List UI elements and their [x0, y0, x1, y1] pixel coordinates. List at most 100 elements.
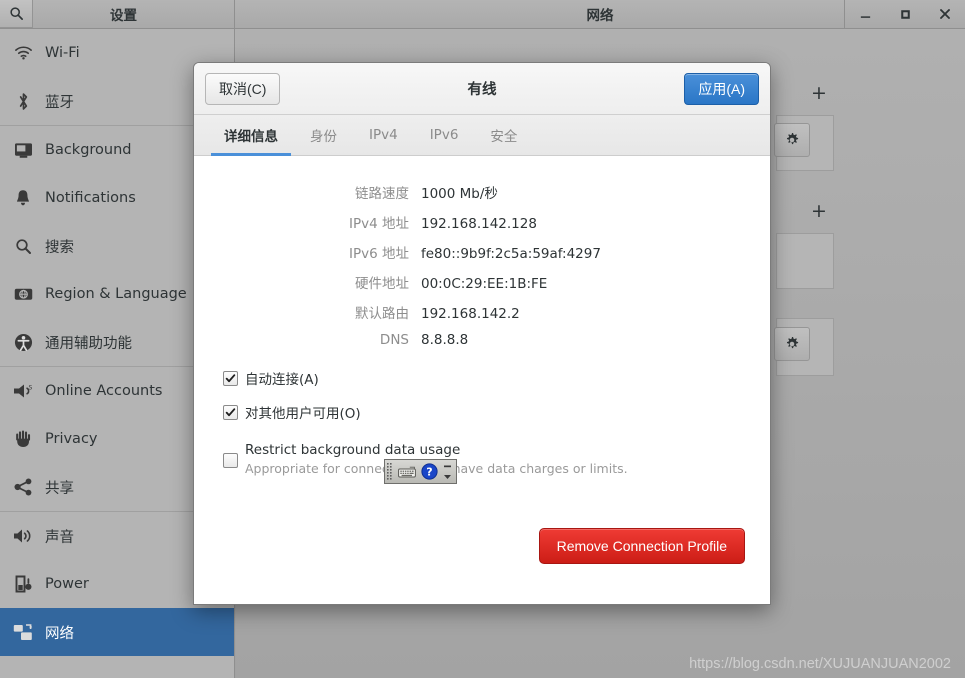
tab-ipv6[interactable]: IPv6 — [414, 115, 475, 155]
sidebar-item-label: Power — [45, 576, 89, 592]
sidebar-item-label: 蓝牙 — [45, 94, 74, 111]
checkbox-available-to-other-users[interactable] — [223, 404, 238, 420]
apply-button[interactable]: 应用(A) — [684, 72, 759, 105]
detail-row-hardware-address: 硬件地址 00:0C:29:EE:1B:FE — [194, 272, 770, 292]
power-battery-icon — [9, 573, 37, 595]
connection-row-2[interactable] — [776, 233, 834, 289]
connection-options: 自动连接(A) 对其他用户可用(O) Restrict background d… — [194, 368, 770, 476]
detail-value: 8.8.8.8 — [421, 332, 469, 348]
connection-details-list: 链路速度 1000 Mb/秒 IPv4 地址 192.168.142.128 I… — [194, 182, 770, 348]
remove-connection-profile-button[interactable]: Remove Connection Profile — [538, 528, 745, 564]
online-accounts-icon: S — [9, 380, 37, 402]
detail-value: 1000 Mb/秒 — [421, 186, 498, 202]
keyboard-icon — [398, 466, 416, 477]
desktop-screen: 设置 网络 Wi-Fi 蓝牙 Background Notifications … — [0, 0, 965, 678]
detail-label: IPv4 地址 — [349, 216, 409, 232]
sidebar-item-label: Region & Language — [45, 286, 187, 302]
search-icon — [9, 235, 37, 257]
wifi-icon — [9, 42, 37, 64]
checkmark-icon — [225, 373, 236, 382]
detail-value: 192.168.142.128 — [421, 216, 537, 232]
sidebar-title: 设置 — [110, 8, 137, 24]
connection-settings-button-1[interactable] — [774, 123, 810, 157]
sharing-icon — [9, 476, 37, 498]
search-icon — [9, 7, 23, 20]
watermark-text: https://blog.csdn.net/XUJUANJUAN2002 — [689, 656, 951, 672]
network-icon — [9, 621, 37, 643]
gear-icon — [787, 133, 799, 145]
sidebar-item-network[interactable]: 网络 — [0, 608, 234, 656]
chevron-up-down-icon[interactable] — [440, 460, 455, 483]
maximize-button[interactable] — [885, 0, 925, 29]
checkmark-icon — [225, 407, 236, 416]
detail-row-ipv4-address: IPv4 地址 192.168.142.128 — [194, 212, 770, 232]
checkbox-row-available-to-other-users[interactable]: 对其他用户可用(O) — [194, 402, 770, 422]
sidebar-item-label: 搜索 — [45, 239, 74, 256]
svg-text:?: ? — [426, 466, 432, 479]
detail-row-ipv6-address: IPv6 地址 fe80::9b9f:2c5a:59af:4297 — [194, 242, 770, 262]
minimize-icon — [860, 15, 870, 18]
cancel-button[interactable]: 取消(C) — [205, 72, 281, 105]
bell-icon — [9, 187, 37, 209]
checkbox-autoconnect[interactable] — [223, 370, 238, 386]
tab-ipv4[interactable]: IPv4 — [353, 115, 414, 155]
detail-row-link-speed: 链路速度 1000 Mb/秒 — [194, 182, 770, 202]
bluetooth-icon — [9, 90, 37, 112]
minimize-button[interactable] — [845, 0, 885, 29]
window-controls — [844, 0, 965, 28]
background-icon — [9, 139, 37, 161]
region-language-icon — [9, 283, 37, 305]
sidebar-item-label: Wi-Fi — [45, 45, 80, 61]
add-connection-button[interactable]: + — [811, 84, 827, 103]
dialog-tabs[interactable]: 详细信息 身份 IPv4 IPv6 安全 — [194, 115, 770, 156]
detail-label: 硬件地址 — [355, 276, 409, 292]
search-button[interactable] — [0, 0, 33, 28]
privacy-hand-icon — [9, 428, 37, 450]
close-icon — [940, 9, 950, 19]
sidebar-item-label: 共享 — [45, 480, 74, 497]
detail-row-dns: DNS 8.8.8.8 — [194, 332, 770, 348]
checkbox-row-restrict-background-data[interactable]: Restrict background data usage Appropria… — [194, 442, 770, 476]
checkbox-label: Restrict background data usage — [245, 442, 461, 458]
sidebar-item-label: 声音 — [45, 529, 74, 546]
detail-label: IPv6 地址 — [349, 246, 409, 262]
add-connection-button-2[interactable]: + — [811, 202, 827, 221]
dialog-body: 链路速度 1000 Mb/秒 IPv4 地址 192.168.142.128 I… — [194, 156, 770, 604]
checkbox-label: 自动连接(A) — [245, 372, 319, 388]
detail-value: 00:0C:29:EE:1B:FE — [421, 276, 548, 292]
detail-value: fe80::9b9f:2c5a:59af:4297 — [421, 246, 601, 262]
maximize-icon — [900, 9, 910, 19]
detail-label: DNS — [379, 332, 409, 348]
ibus-input-panel[interactable]: ? — [384, 459, 457, 484]
ibus-help-button[interactable]: ? — [418, 460, 440, 483]
tab-identity[interactable]: 身份 — [294, 115, 353, 155]
sidebar-item-label: 网络 — [45, 625, 74, 642]
plus-icon: + — [811, 82, 827, 104]
sidebar-item-label: Privacy — [45, 431, 98, 447]
sound-icon — [9, 525, 37, 547]
help-question-icon: ? — [420, 463, 438, 480]
detail-label: 链路速度 — [355, 186, 409, 202]
dialog-header: 取消(C) 有线 应用(A) — [194, 63, 770, 115]
detail-value: 192.168.142.2 — [421, 306, 520, 322]
drag-handle-icon[interactable] — [385, 460, 396, 483]
accessibility-icon — [9, 331, 37, 353]
ibus-keyboard-button[interactable] — [396, 460, 418, 483]
checkbox-restrict-background-data[interactable] — [223, 453, 238, 468]
checkbox-row-autoconnect[interactable]: 自动连接(A) — [194, 368, 770, 388]
sidebar-item-label: Background — [45, 142, 132, 158]
gear-icon — [787, 337, 799, 349]
connection-settings-button-2[interactable] — [774, 327, 810, 361]
sidebar-header: 设置 — [0, 0, 235, 28]
detail-label: 默认路由 — [355, 306, 409, 322]
tab-security[interactable]: 安全 — [474, 115, 533, 155]
title-bar: 设置 网络 — [0, 0, 965, 29]
sidebar-item-label: 通用辅助功能 — [45, 335, 132, 352]
window-header: 网络 — [235, 0, 965, 28]
plus-icon: + — [811, 200, 827, 222]
close-button[interactable] — [925, 0, 965, 29]
tab-details[interactable]: 详细信息 — [208, 115, 294, 156]
detail-row-default-route: 默认路由 192.168.142.2 — [194, 302, 770, 322]
sidebar-item-label: Notifications — [45, 190, 136, 206]
svg-text:S: S — [29, 385, 33, 392]
